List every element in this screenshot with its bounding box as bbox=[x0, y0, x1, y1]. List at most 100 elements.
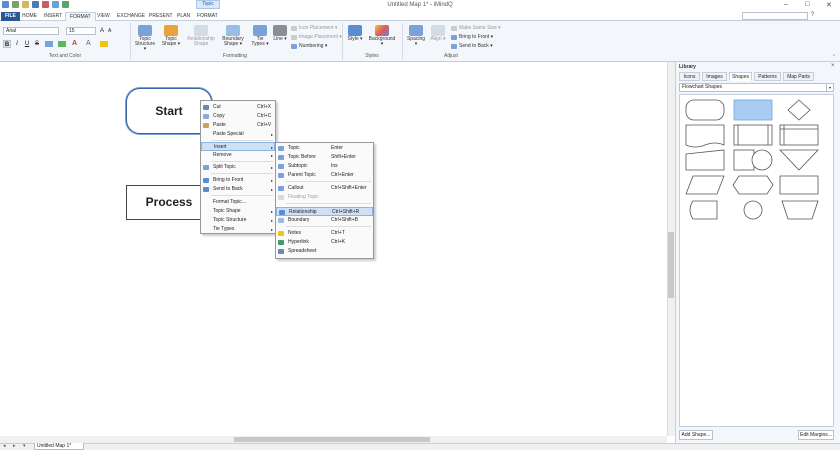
scroll-right-icon[interactable]: ▸ bbox=[13, 443, 16, 449]
ribbon-bring-to-front-button[interactable]: Bring to Front ▾ bbox=[451, 33, 493, 41]
menu-item-cut[interactable]: Cut Ctrl+X bbox=[201, 103, 275, 112]
submenu-item-hyperlink[interactable]: Hyperlink Ctrl+K bbox=[276, 238, 373, 247]
terminator-shape[interactable] bbox=[685, 99, 725, 121]
submenu-item-topic-before[interactable]: Topic Before Shift+Enter bbox=[276, 153, 373, 162]
process-shape[interactable] bbox=[733, 99, 773, 121]
manual-input-shape[interactable] bbox=[685, 149, 725, 171]
horizontal-scroll-thumb[interactable] bbox=[234, 437, 430, 442]
shape-set-select[interactable]: Flowchart Shapes bbox=[679, 83, 834, 92]
grow-font-icon[interactable]: A bbox=[100, 28, 104, 34]
menu-item-copy[interactable]: Copy Ctrl+C bbox=[201, 112, 275, 121]
relationship-shape-button[interactable]: Relationship Shape bbox=[186, 25, 216, 47]
image-placement-button[interactable]: Image Placement ▾ bbox=[291, 33, 342, 41]
preparation-shape[interactable] bbox=[732, 175, 774, 195]
menu-item-format-topic[interactable]: Format Topic... bbox=[201, 198, 275, 207]
menu-item-topic-structure[interactable]: Topic Structure ▸ bbox=[201, 216, 275, 225]
menu-item-tie-types[interactable]: Tie Types ▸ bbox=[201, 225, 275, 234]
shrink-font-icon[interactable]: A bbox=[108, 28, 111, 34]
tab-view[interactable]: VIEW bbox=[93, 12, 114, 21]
chevron-down-icon[interactable]: ▾ bbox=[826, 84, 833, 91]
help-icon[interactable]: ? bbox=[811, 12, 814, 18]
tab-insert[interactable]: INSERT bbox=[40, 12, 66, 21]
align-button[interactable]: Align ▾ bbox=[429, 25, 447, 42]
italic-button[interactable]: I bbox=[13, 40, 21, 48]
menu-item-bring-to-front[interactable]: Bring to Front ▸ bbox=[201, 176, 275, 185]
library-tab-shapes[interactable]: Shapes bbox=[729, 72, 752, 81]
tab-present[interactable]: PRESENT bbox=[145, 12, 177, 21]
stored-data-shape[interactable] bbox=[689, 200, 718, 220]
on-page-connector-shape[interactable] bbox=[743, 200, 763, 220]
style-button[interactable]: Style ▾ bbox=[346, 25, 364, 42]
document-tab[interactable]: Untitled Map 1* bbox=[34, 443, 84, 450]
data-shape[interactable] bbox=[685, 175, 725, 195]
bold-button[interactable]: B bbox=[3, 40, 11, 48]
merge-shape[interactable] bbox=[779, 149, 819, 171]
highlight-icon[interactable] bbox=[100, 41, 108, 47]
predefined-process-shape[interactable] bbox=[733, 124, 773, 146]
font-color-icon[interactable]: A bbox=[72, 40, 77, 47]
menu-label: Subtopic bbox=[288, 163, 308, 169]
submenu-item-floating-topic[interactable]: Floating Topic bbox=[276, 193, 373, 202]
library-tab-patterns[interactable]: Patterns bbox=[754, 72, 781, 81]
library-close-icon[interactable]: × bbox=[831, 63, 835, 69]
submenu-item-callout[interactable]: Callout Ctrl+Shift+Enter bbox=[276, 184, 373, 193]
decision-shape[interactable] bbox=[787, 99, 811, 121]
edit-margins-button[interactable]: Edit Margins... bbox=[798, 430, 834, 440]
document-shape[interactable] bbox=[685, 124, 725, 148]
tie-types-button[interactable]: Tie Types ▾ bbox=[250, 25, 270, 47]
new-tab-icon[interactable]: ▾ bbox=[23, 443, 26, 449]
ribbon-search-input[interactable] bbox=[742, 12, 808, 20]
underline-button[interactable]: U bbox=[23, 40, 31, 48]
connector-shape[interactable] bbox=[751, 149, 773, 171]
tab-home[interactable]: HOME bbox=[18, 12, 41, 21]
menu-item-paste-special[interactable]: Paste Special ▸ bbox=[201, 130, 275, 139]
internal-storage-shape[interactable] bbox=[779, 124, 819, 146]
menu-item-remove[interactable]: Remove ▸ bbox=[201, 151, 275, 160]
menu-item-insert[interactable]: Insert ▸ bbox=[201, 142, 275, 151]
add-shape-button[interactable]: Add Shape... bbox=[679, 430, 713, 440]
tab-plan[interactable]: PLAN bbox=[173, 12, 194, 21]
submenu-item-relationship[interactable]: Relationship Ctrl+Shift+R bbox=[276, 207, 373, 216]
menu-item-split-topic[interactable]: Split Topic ▸ bbox=[201, 163, 275, 172]
font-size-select[interactable]: 15 bbox=[66, 27, 96, 35]
submenu-item-spreadsheet[interactable]: Spreadsheet bbox=[276, 247, 373, 256]
manual-loop-shape[interactable] bbox=[781, 200, 819, 220]
ribbon-send-to-back-button[interactable]: Send to Back ▾ bbox=[451, 42, 493, 50]
menu-item-send-to-back[interactable]: Send to Back ▸ bbox=[201, 185, 275, 194]
library-tab-icons[interactable]: Icons bbox=[679, 72, 700, 81]
close-button[interactable]: ✕ bbox=[826, 1, 832, 9]
submenu-item-boundary[interactable]: Boundary Ctrl+Shift+B bbox=[276, 216, 373, 225]
line-button[interactable]: Line ▾ bbox=[272, 25, 288, 42]
tab-format[interactable]: FORMAT bbox=[65, 12, 96, 21]
menu-item-topic-shape[interactable]: Topic Shape ▸ bbox=[201, 207, 275, 216]
tab-exchange[interactable]: EXCHANGE bbox=[113, 12, 149, 21]
strikethrough-button[interactable]: S bbox=[33, 40, 41, 48]
numbering-button[interactable]: Numbering ▾ bbox=[291, 42, 327, 50]
scroll-left-icon[interactable]: ◂ bbox=[3, 443, 6, 449]
topic-structure-button[interactable]: Topic Structure ▾ bbox=[134, 25, 156, 52]
font-family-select[interactable]: Arial bbox=[3, 27, 59, 35]
minimize-button[interactable]: – bbox=[784, 1, 788, 8]
background-button[interactable]: Background ▾ bbox=[367, 25, 397, 47]
topic-shape-button[interactable]: Topic Shape ▾ bbox=[160, 25, 182, 47]
menu-item-paste[interactable]: Paste Ctrl+V bbox=[201, 121, 275, 130]
submenu-item-parent-topic[interactable]: Parent Topic Ctrl+Enter bbox=[276, 171, 373, 180]
spacing-button[interactable]: Spacing ▾ bbox=[406, 25, 426, 47]
tab-topic-format[interactable]: FORMAT bbox=[193, 12, 222, 21]
submenu-item-subtopic[interactable]: Subtopic Ins bbox=[276, 162, 373, 171]
library-tab-map-parts[interactable]: Map Parts bbox=[783, 72, 814, 81]
manual-operation-shape[interactable] bbox=[779, 175, 819, 195]
icon-placement-button[interactable]: Icon Placement ▾ bbox=[291, 24, 337, 32]
off-page-shape[interactable] bbox=[733, 149, 755, 171]
clear-format-icon[interactable]: A bbox=[86, 40, 91, 47]
submenu-item-notes[interactable]: Notes Ctrl+T bbox=[276, 229, 373, 238]
vertical-scroll-thumb[interactable] bbox=[668, 232, 674, 298]
maximize-button[interactable]: □ bbox=[805, 1, 809, 8]
submenu-item-topic[interactable]: Topic Enter bbox=[276, 144, 373, 153]
make-same-size-button[interactable]: Make Same Size ▾ bbox=[451, 24, 501, 32]
library-tab-images[interactable]: Images bbox=[702, 72, 727, 81]
fill-color-icon[interactable] bbox=[58, 41, 66, 47]
boundary-shape-button[interactable]: Boundary Shape ▾ bbox=[220, 25, 246, 47]
align-icon[interactable] bbox=[45, 41, 53, 47]
collapse-ribbon-icon[interactable]: ⌃ bbox=[832, 54, 836, 60]
